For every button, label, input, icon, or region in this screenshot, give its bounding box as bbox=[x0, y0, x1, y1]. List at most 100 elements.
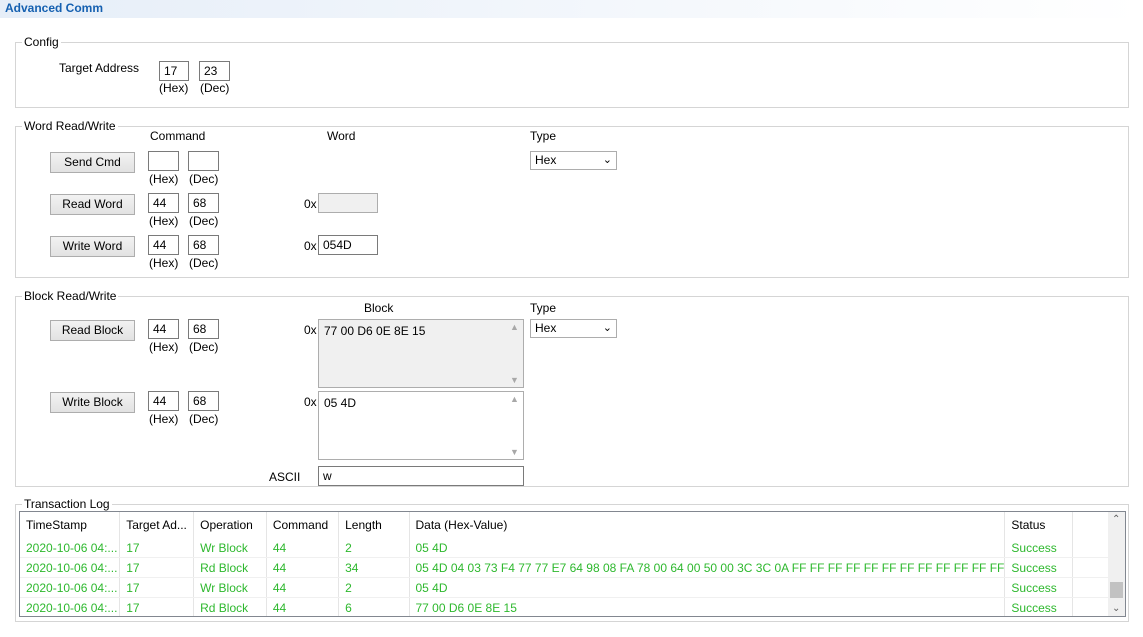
write-block-scrollbar[interactable]: ▲ ▼ bbox=[506, 392, 523, 459]
read-block-scrollbar[interactable]: ▲ ▼ bbox=[506, 320, 523, 387]
target-dec-unit: (Dec) bbox=[200, 81, 230, 95]
table-row[interactable]: 2020-10-06 04:... 17 Wr Block 44 2 05 4D Succe… bbox=[20, 538, 1125, 558]
target-hex-field[interactable]: 17 bbox=[159, 61, 189, 81]
word-header: Word bbox=[327, 129, 356, 143]
col-command[interactable]: Command bbox=[266, 512, 340, 538]
cell-status: Success bbox=[1004, 557, 1073, 578]
cell-status: Success bbox=[1004, 538, 1073, 558]
read-word-hex-field[interactable]: 44 bbox=[148, 193, 179, 213]
cell-target-address: 17 bbox=[119, 557, 195, 578]
block-type-select[interactable]: Hex ⌄ bbox=[530, 319, 617, 338]
scroll-down-icon[interactable]: ▼ bbox=[510, 375, 519, 385]
cell-timestamp: 2020-10-06 04:... bbox=[20, 597, 121, 616]
read-block-hex-unit: (Hex) bbox=[149, 340, 179, 354]
ascii-label: ASCII bbox=[269, 470, 301, 484]
write-word-hex-field[interactable]: 44 bbox=[148, 235, 179, 255]
write-word-dec-field[interactable]: 68 bbox=[188, 235, 219, 255]
read-block-value-area[interactable]: 77 00 D6 0E 8E 15 ▲ ▼ bbox=[318, 319, 524, 388]
scroll-up-icon[interactable]: ▲ bbox=[510, 394, 519, 404]
read-word-button[interactable]: Read Word bbox=[50, 194, 135, 215]
cell-timestamp: 2020-10-06 04:... bbox=[20, 538, 121, 558]
word-type-select[interactable]: Hex ⌄ bbox=[530, 151, 617, 170]
table-row[interactable]: 2020-10-06 04:... 17 Rd Block 44 34 05 4D 04 … bbox=[20, 557, 1125, 578]
send-cmd-dec-field[interactable] bbox=[188, 151, 219, 171]
transaction-log-table[interactable]: TimeStamp Target Ad... Operation Command… bbox=[19, 511, 1126, 617]
scroll-down-icon[interactable]: ⌄ bbox=[1112, 603, 1120, 614]
cell-command: 44 bbox=[266, 538, 340, 558]
write-block-button[interactable]: Write Block bbox=[50, 392, 135, 413]
block-type-header: Type bbox=[530, 301, 557, 315]
col-target-address[interactable]: Target Ad... bbox=[119, 512, 195, 538]
read-word-dec-unit: (Dec) bbox=[189, 214, 219, 228]
cell-command: 44 bbox=[266, 557, 340, 578]
word-legend: Word Read/Write bbox=[22, 119, 118, 133]
write-block-dec-field[interactable]: 68 bbox=[188, 391, 219, 411]
col-length[interactable]: Length bbox=[338, 512, 410, 538]
scroll-up-icon[interactable]: ▲ bbox=[510, 322, 519, 332]
cell-status: Success bbox=[1004, 597, 1073, 616]
cell-data: 05 4D bbox=[409, 538, 1006, 558]
window-title: Advanced Comm bbox=[5, 1, 104, 15]
cell-data: 77 00 D6 0E 8E 15 bbox=[409, 597, 1006, 616]
command-header: Command bbox=[150, 129, 206, 143]
write-block-prefix: 0x bbox=[304, 395, 317, 409]
col-status[interactable]: Status bbox=[1004, 512, 1073, 538]
cell-command: 44 bbox=[266, 577, 340, 598]
cell-target-address: 17 bbox=[119, 577, 195, 598]
write-word-button[interactable]: Write Word bbox=[50, 236, 135, 257]
write-block-value-area[interactable]: 05 4D ▲ ▼ bbox=[318, 391, 524, 460]
cell-timestamp: 2020-10-06 04:... bbox=[20, 577, 121, 598]
title-bar: Advanced Comm bbox=[0, 0, 1143, 18]
write-word-dec-unit: (Dec) bbox=[189, 256, 219, 270]
target-address-label: Target Address bbox=[59, 61, 140, 75]
send-cmd-hex-field[interactable] bbox=[148, 151, 179, 171]
write-block-value: 05 4D bbox=[324, 396, 357, 410]
ascii-field[interactable]: w bbox=[318, 466, 524, 486]
table-row[interactable]: 2020-10-06 04:... 17 Wr Block 44 2 05 4D Succe… bbox=[20, 577, 1125, 598]
cell-target-address: 17 bbox=[119, 538, 195, 558]
log-grid: TimeStamp Target Ad... Operation Command… bbox=[20, 512, 1125, 616]
cell-status: Success bbox=[1004, 577, 1073, 598]
write-block-hex-field[interactable]: 44 bbox=[148, 391, 179, 411]
read-word-value-field[interactable] bbox=[318, 193, 378, 213]
word-type-value: Hex bbox=[535, 153, 557, 167]
col-operation[interactable]: Operation bbox=[193, 512, 267, 538]
target-dec-field[interactable]: 23 bbox=[199, 61, 230, 81]
chevron-down-icon: ⌄ bbox=[602, 154, 612, 166]
word-group bbox=[15, 126, 1129, 278]
send-cmd-dec-unit: (Dec) bbox=[189, 172, 219, 186]
write-block-dec-unit: (Dec) bbox=[189, 412, 219, 426]
read-block-button[interactable]: Read Block bbox=[50, 320, 135, 341]
read-block-dec-unit: (Dec) bbox=[189, 340, 219, 354]
scroll-down-icon[interactable]: ▼ bbox=[510, 447, 519, 457]
log-scrollbar[interactable]: ⌃ ⌄ bbox=[1108, 512, 1125, 616]
scroll-thumb[interactable] bbox=[1110, 582, 1123, 598]
config-legend: Config bbox=[22, 35, 61, 49]
send-cmd-hex-unit: (Hex) bbox=[149, 172, 179, 186]
cell-length: 34 bbox=[338, 557, 410, 578]
read-block-dec-field[interactable]: 68 bbox=[188, 319, 219, 339]
read-block-value: 77 00 D6 0E 8E 15 bbox=[324, 324, 426, 338]
word-type-header: Type bbox=[530, 129, 557, 143]
cell-operation: Rd Block bbox=[193, 557, 267, 578]
cell-length: 2 bbox=[338, 577, 410, 598]
block-type-value: Hex bbox=[535, 321, 557, 335]
read-block-hex-field[interactable]: 44 bbox=[148, 319, 179, 339]
log-header-row: TimeStamp Target Ad... Operation Command… bbox=[20, 512, 1125, 538]
table-row[interactable]: 2020-10-06 04:... 17 Rd Block 44 6 77 00 D6 0… bbox=[20, 597, 1125, 616]
send-cmd-button[interactable]: Send Cmd bbox=[50, 152, 135, 173]
block-header: Block bbox=[364, 301, 394, 315]
col-data[interactable]: Data (Hex-Value) bbox=[409, 512, 1006, 538]
read-block-prefix: 0x bbox=[304, 323, 317, 337]
read-word-hex-unit: (Hex) bbox=[149, 214, 179, 228]
read-word-prefix: 0x bbox=[304, 197, 317, 211]
cell-command: 44 bbox=[266, 597, 340, 616]
cell-timestamp: 2020-10-06 04:... bbox=[20, 557, 121, 578]
scroll-up-icon[interactable]: ⌃ bbox=[1112, 514, 1120, 525]
write-word-hex-unit: (Hex) bbox=[149, 256, 179, 270]
cell-length: 6 bbox=[338, 597, 410, 616]
col-timestamp[interactable]: TimeStamp bbox=[20, 512, 121, 538]
write-word-value-field[interactable]: 054D bbox=[318, 235, 378, 255]
read-word-dec-field[interactable]: 68 bbox=[188, 193, 219, 213]
write-block-hex-unit: (Hex) bbox=[149, 412, 179, 426]
